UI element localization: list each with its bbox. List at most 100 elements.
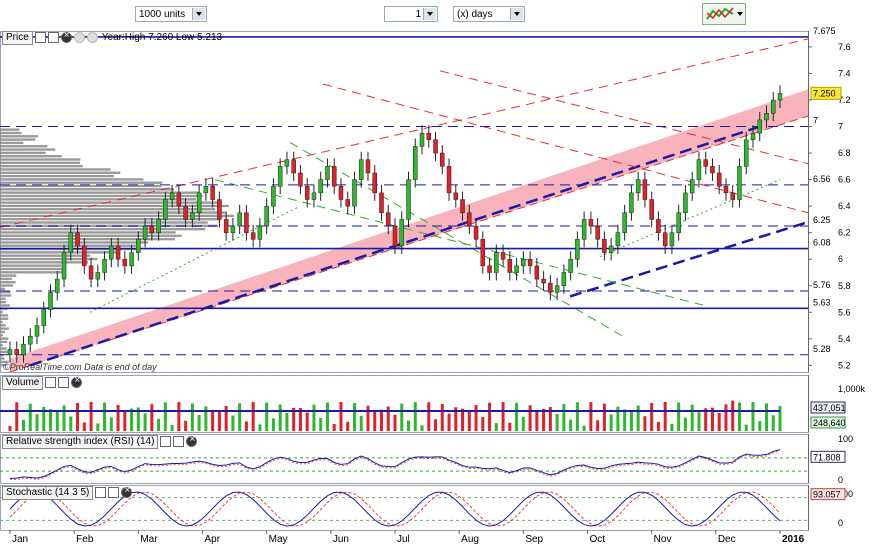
candle-body	[568, 258, 573, 273]
candle-body	[750, 132, 756, 141]
candle-body	[622, 212, 627, 233]
candle-body	[109, 245, 114, 260]
candle-body	[669, 232, 675, 247]
candle-body	[28, 335, 33, 345]
volume-profile-bar	[0, 237, 175, 241]
candle-body	[730, 192, 735, 200]
volume-profile-bar	[0, 261, 89, 264]
volume-profile-bar	[0, 191, 199, 194]
volume-bar	[366, 405, 370, 431]
volume-bar	[413, 402, 417, 431]
candle-body	[480, 239, 486, 267]
rsi-axis-label: 0	[838, 475, 843, 485]
maximize-icon[interactable]	[173, 436, 185, 447]
maximize-icon[interactable]	[58, 377, 70, 388]
close-icon[interactable]	[60, 30, 72, 43]
volume-bar	[89, 402, 93, 431]
candle-body	[629, 192, 634, 214]
volume-profile-bar	[0, 135, 38, 138]
candle-body	[190, 212, 195, 220]
candle-body	[581, 219, 587, 240]
candle-body	[41, 309, 47, 326]
channel-line	[9, 115, 809, 373]
volume-bar	[238, 403, 242, 431]
candle-body	[656, 219, 661, 233]
panel-frame	[0, 375, 809, 433]
close-icon[interactable]	[186, 434, 198, 447]
volume-bar	[515, 402, 519, 431]
candle-body	[548, 282, 553, 293]
wrench-icon[interactable]	[160, 436, 172, 447]
candle-body	[95, 272, 101, 280]
volume-profile-bar	[0, 158, 81, 161]
wrench-icon[interactable]	[34, 32, 46, 43]
y-tick-label: 6.2	[838, 228, 851, 238]
volume-profile-bar	[0, 344, 3, 347]
candle-body	[325, 166, 330, 180]
volume-profile-bar	[0, 327, 9, 330]
candle-body	[61, 252, 67, 280]
wrench-icon[interactable]	[45, 377, 57, 388]
candle-body	[453, 192, 459, 200]
maximize-icon[interactable]	[108, 487, 120, 498]
y-tick-label: 7.6	[838, 42, 851, 52]
add-indicator-icon[interactable]	[73, 32, 85, 43]
volume-profile-bar	[0, 204, 229, 208]
volume-bar	[109, 417, 113, 431]
volume-profile-bar	[0, 161, 80, 165]
x-tick-label: Dec	[718, 534, 736, 545]
candle-body	[635, 179, 641, 194]
volume-profile-bar	[0, 357, 5, 360]
volume-profile-bar	[0, 330, 5, 334]
volume-bar	[325, 402, 329, 431]
volume-profile-bar	[0, 314, 9, 317]
x-tick-label: Sep	[525, 534, 543, 545]
rsi-panel-label: Relative strength index (RSI) (14)	[2, 434, 159, 449]
volume-bar	[427, 402, 431, 431]
volume-bar	[535, 411, 539, 431]
volume-bar	[197, 415, 201, 431]
volume-bar	[764, 403, 768, 431]
candle-body	[460, 199, 465, 214]
close-icon[interactable]	[121, 485, 133, 498]
wrench-icon[interactable]	[95, 487, 107, 498]
candle-body	[345, 199, 350, 207]
volume-bar	[461, 408, 465, 431]
volume-bar	[163, 402, 167, 431]
volume-profile-bar	[0, 254, 91, 257]
volume-profile-bar	[0, 131, 22, 135]
volume-bar	[724, 404, 728, 431]
candle-body	[352, 179, 357, 207]
candle-body	[142, 225, 148, 240]
volume-bar	[184, 420, 188, 431]
volume-profile-bar	[0, 340, 8, 344]
volume-bar	[670, 423, 674, 431]
volume-profile-bar	[0, 231, 176, 234]
volume-bar	[265, 402, 269, 431]
volume-profile-bar	[0, 164, 83, 168]
level-label: 5.28	[813, 344, 831, 354]
volume-bar	[251, 402, 255, 431]
candle-body	[527, 258, 533, 267]
close-icon[interactable]	[71, 375, 83, 388]
volume-panel-header: Volume	[2, 375, 83, 390]
volume-bar	[778, 406, 782, 431]
volume-bar	[15, 402, 19, 431]
candle-body	[311, 192, 317, 200]
volume-bar	[278, 404, 282, 431]
volume-bar	[636, 405, 640, 431]
volume-profile-bar	[0, 347, 7, 350]
volume-profile-bar	[0, 251, 118, 254]
volume-bar	[697, 412, 701, 431]
volume-bar	[76, 402, 80, 431]
candle-body	[183, 205, 188, 220]
candle-body	[419, 132, 425, 147]
candle-body	[446, 166, 452, 194]
candle-body	[21, 343, 26, 356]
indicator-settings-icon[interactable]	[86, 32, 98, 43]
maximize-icon[interactable]	[47, 32, 59, 43]
candle-body	[169, 192, 175, 200]
volume-axis-label: 1,000k	[838, 384, 866, 394]
candle-body	[358, 159, 364, 180]
candle-body	[244, 212, 249, 233]
